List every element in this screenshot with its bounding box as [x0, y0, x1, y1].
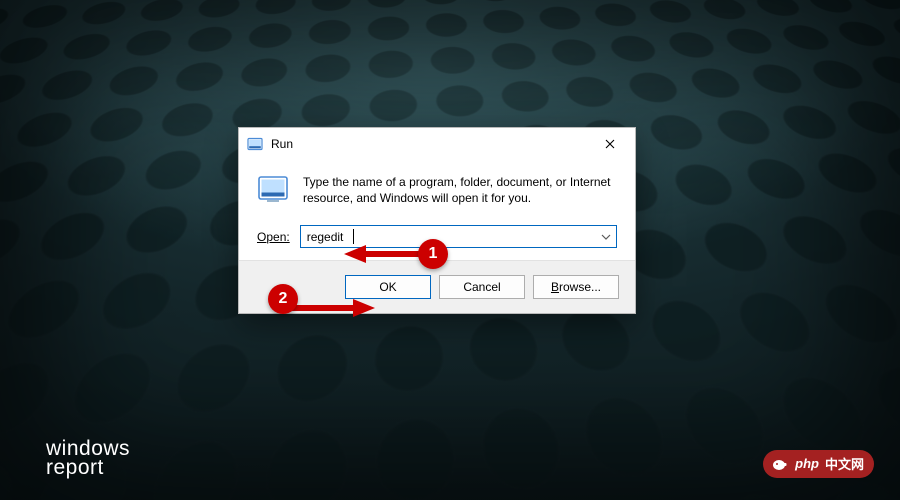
browse-button[interactable]: Browse... [533, 275, 619, 299]
cancel-button-label: Cancel [463, 280, 500, 294]
close-button[interactable] [587, 129, 633, 159]
close-icon [605, 137, 615, 152]
run-dialog: Run Type the name of a program, folder, … [238, 127, 636, 314]
titlebar[interactable]: Run [239, 128, 635, 160]
elephant-icon [771, 457, 789, 471]
watermark-left-line2: report [46, 457, 130, 478]
dialog-body: Type the name of a program, folder, docu… [239, 160, 635, 260]
dialog-description: Type the name of a program, folder, docu… [303, 174, 617, 207]
open-input[interactable] [301, 226, 596, 247]
dialog-title: Run [271, 137, 587, 151]
cancel-button[interactable]: Cancel [439, 275, 525, 299]
ok-button[interactable]: OK [345, 275, 431, 299]
ok-button-label: OK [379, 280, 396, 294]
run-large-icon [257, 174, 291, 207]
open-combobox[interactable] [300, 225, 617, 248]
chevron-down-icon[interactable] [596, 226, 616, 247]
browse-button-label: Browse... [551, 280, 601, 294]
watermark-php-cn: php 中文网 [763, 450, 874, 478]
run-icon [247, 136, 263, 152]
text-caret [353, 229, 354, 244]
button-bar: OK Cancel Browse... [239, 260, 635, 313]
watermark-right-prefix: php [795, 456, 819, 471]
watermark-windows-report: windows report [46, 438, 130, 478]
watermark-right-text: 中文网 [825, 454, 864, 473]
open-label: Open: [257, 230, 290, 244]
